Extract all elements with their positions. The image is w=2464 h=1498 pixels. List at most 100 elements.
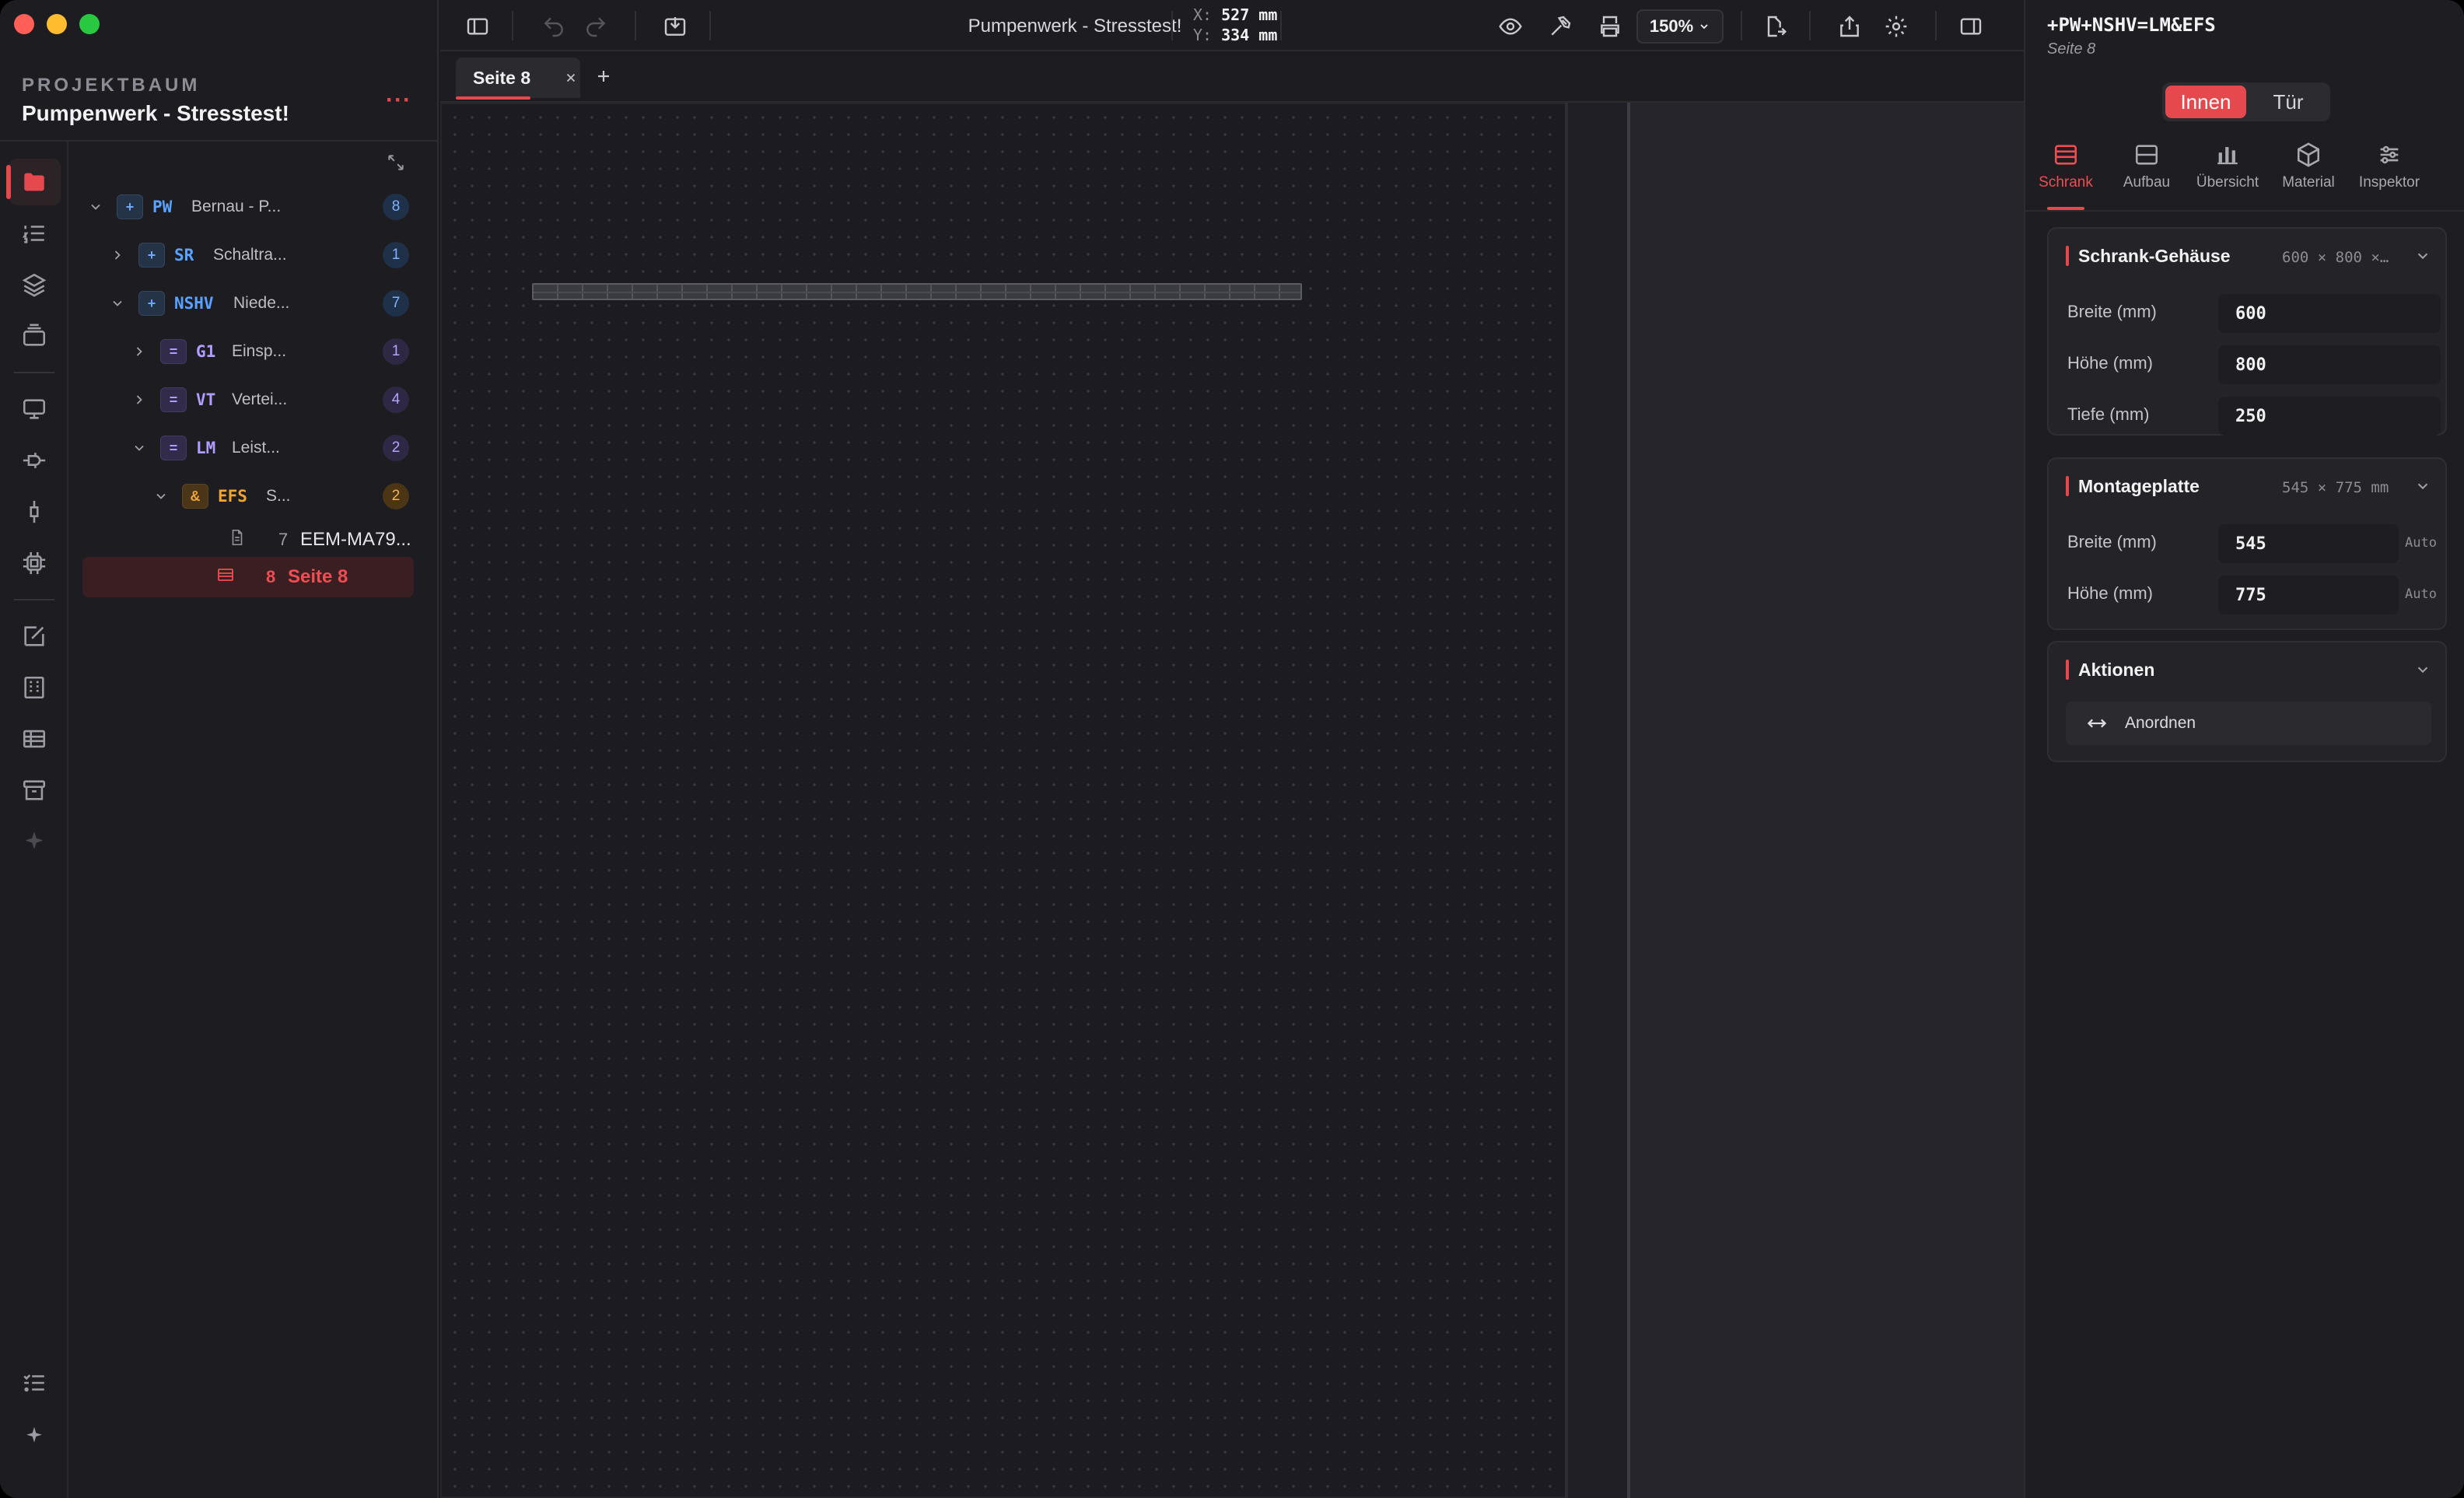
width-input[interactable]: 600 (2218, 294, 2441, 333)
divider (1935, 11, 1937, 40)
project-more-button[interactable]: ··· (386, 87, 411, 114)
tree-node-name: Leist... (232, 439, 280, 457)
document-icon (229, 528, 246, 551)
tree-node-badge: & (182, 484, 208, 509)
chevron-down-icon[interactable] (2414, 478, 2431, 499)
drawing-canvas[interactable] (440, 103, 2024, 1498)
plug-icon[interactable] (16, 442, 53, 479)
height-input[interactable]: 775 (2218, 576, 2399, 614)
tree-node-name: Vertei... (232, 390, 288, 408)
tab-seite-8[interactable]: Seite 8 (456, 58, 580, 98)
tree-node-sr[interactable]: + SR Schaltra... 1 (81, 235, 415, 275)
close-icon[interactable] (557, 64, 585, 92)
chevron-down-icon[interactable] (131, 439, 148, 457)
table-icon[interactable] (16, 720, 53, 758)
housing-width-field: Breite (mm) 600 (2066, 291, 2441, 334)
left-panel: PROJEKTBAUM Pumpenwerk - Stresstest! ··· (0, 0, 439, 1498)
checklist-icon[interactable] (16, 1364, 53, 1402)
x-value: 527 mm (1221, 5, 1278, 24)
tree-node-lm[interactable]: = LM Leist... 2 (81, 428, 415, 468)
mounting-plate-section-header[interactable]: Montageplatte 545 × 775 mm (2049, 459, 2445, 513)
gear-icon[interactable] (1881, 11, 1912, 42)
layers-icon[interactable] (16, 266, 53, 303)
connector-icon[interactable] (16, 493, 53, 530)
folder-icon[interactable] (16, 163, 53, 201)
x-label: X: (1193, 5, 1213, 24)
divider (1280, 11, 1282, 40)
add-tab-icon[interactable] (588, 61, 619, 92)
archive-icon[interactable] (16, 772, 53, 809)
segment-innen[interactable]: Innen (2165, 86, 2246, 118)
divider (14, 599, 54, 600)
numbered-list-icon[interactable] (16, 215, 53, 252)
tab-inspektor[interactable]: Inspektor (2349, 140, 2430, 210)
segment-tuer[interactable]: Tür (2249, 86, 2327, 118)
edit-icon[interactable] (16, 618, 53, 655)
tab-material[interactable]: Material (2268, 140, 2349, 210)
cabinet-icon (2054, 145, 2077, 165)
tree-page-8[interactable]: 8 Seite 8 (82, 557, 414, 597)
tree-node-badge: + (138, 291, 165, 316)
y-value: 334 mm (1221, 26, 1278, 44)
section-title: Schrank-Gehäuse (2078, 246, 2231, 266)
field-label: Tiefe (mm) (2067, 404, 2150, 424)
zoom-window-button[interactable] (79, 14, 100, 34)
hammer-icon[interactable] (1545, 11, 1576, 42)
mounting-plate-grid[interactable] (442, 104, 1565, 1496)
divider (512, 11, 513, 40)
zoom-dropdown[interactable]: 150% (1636, 9, 1724, 44)
chip-icon[interactable] (16, 544, 53, 582)
tree-node-efs[interactable]: & EFS S... 2 (81, 476, 415, 516)
divider (14, 372, 54, 373)
redo-icon[interactable] (580, 11, 611, 42)
building-icon[interactable] (16, 669, 53, 706)
print-icon[interactable] (1594, 11, 1626, 42)
tree-node-code: NSHV (174, 294, 214, 313)
tab-uebersicht[interactable]: Übersicht (2187, 140, 2268, 210)
share-icon[interactable] (1834, 11, 1865, 42)
eye-icon[interactable] (1495, 11, 1526, 42)
tree-node-g1[interactable]: = G1 Einsp... 1 (81, 331, 415, 372)
section-accent (2066, 660, 2069, 680)
stack-icon[interactable] (16, 317, 53, 355)
tab-schrank[interactable]: Schrank (2025, 140, 2106, 210)
chevron-down-icon[interactable] (2414, 661, 2431, 682)
tree-node-badge: = (160, 436, 187, 460)
active-tab-indicator (2047, 207, 2084, 210)
din-rail[interactable] (532, 283, 1302, 300)
cabinet-page-icon (216, 565, 235, 589)
height-input[interactable]: 800 (2218, 345, 2441, 384)
chevron-down-icon[interactable] (87, 198, 104, 215)
zoom-value: 150% (1649, 16, 1694, 36)
tree-node-pw[interactable]: + PW Bernau - P... 8 (81, 187, 415, 227)
tree-node-vt[interactable]: = VT Vertei... 4 (81, 380, 415, 420)
export-icon[interactable] (1759, 11, 1790, 42)
chevron-down-icon[interactable] (152, 488, 170, 505)
chevron-right-icon[interactable] (131, 343, 148, 360)
actions-section-header[interactable]: Aktionen (2049, 642, 2445, 697)
sparkle-icon[interactable] (16, 1417, 53, 1454)
divider (635, 11, 636, 40)
toggle-sidebar-icon[interactable] (462, 11, 493, 42)
chevron-right-icon[interactable] (131, 391, 148, 408)
minimize-window-button[interactable] (47, 14, 67, 34)
arrange-button[interactable]: Anordnen (2066, 702, 2431, 745)
save-icon[interactable] (660, 11, 691, 42)
sidebar-icon-rail (0, 142, 68, 1498)
monitor-icon[interactable] (16, 390, 53, 428)
chevron-down-icon[interactable] (2414, 247, 2431, 268)
tree-node-nshv[interactable]: + NSHV Niede... 7 (81, 283, 415, 324)
housing-section-header[interactable]: Schrank-Gehäuse 600 × 800 ×… (2049, 229, 2445, 283)
depth-input[interactable]: 250 (2218, 397, 2441, 436)
collapse-all-icon[interactable] (386, 152, 406, 177)
close-window-button[interactable] (14, 14, 34, 34)
tree-page-7[interactable]: 7 EEM-MA79... (81, 520, 415, 560)
width-input[interactable]: 545 (2218, 524, 2399, 563)
chevron-right-icon[interactable] (109, 247, 126, 264)
chevron-down-icon[interactable] (109, 295, 126, 312)
sliders-icon (2380, 145, 2399, 164)
toggle-inspector-icon[interactable] (1955, 11, 1986, 42)
window-controls (14, 14, 100, 34)
undo-icon[interactable] (538, 11, 569, 42)
tab-aufbau[interactable]: Aufbau (2106, 140, 2187, 210)
